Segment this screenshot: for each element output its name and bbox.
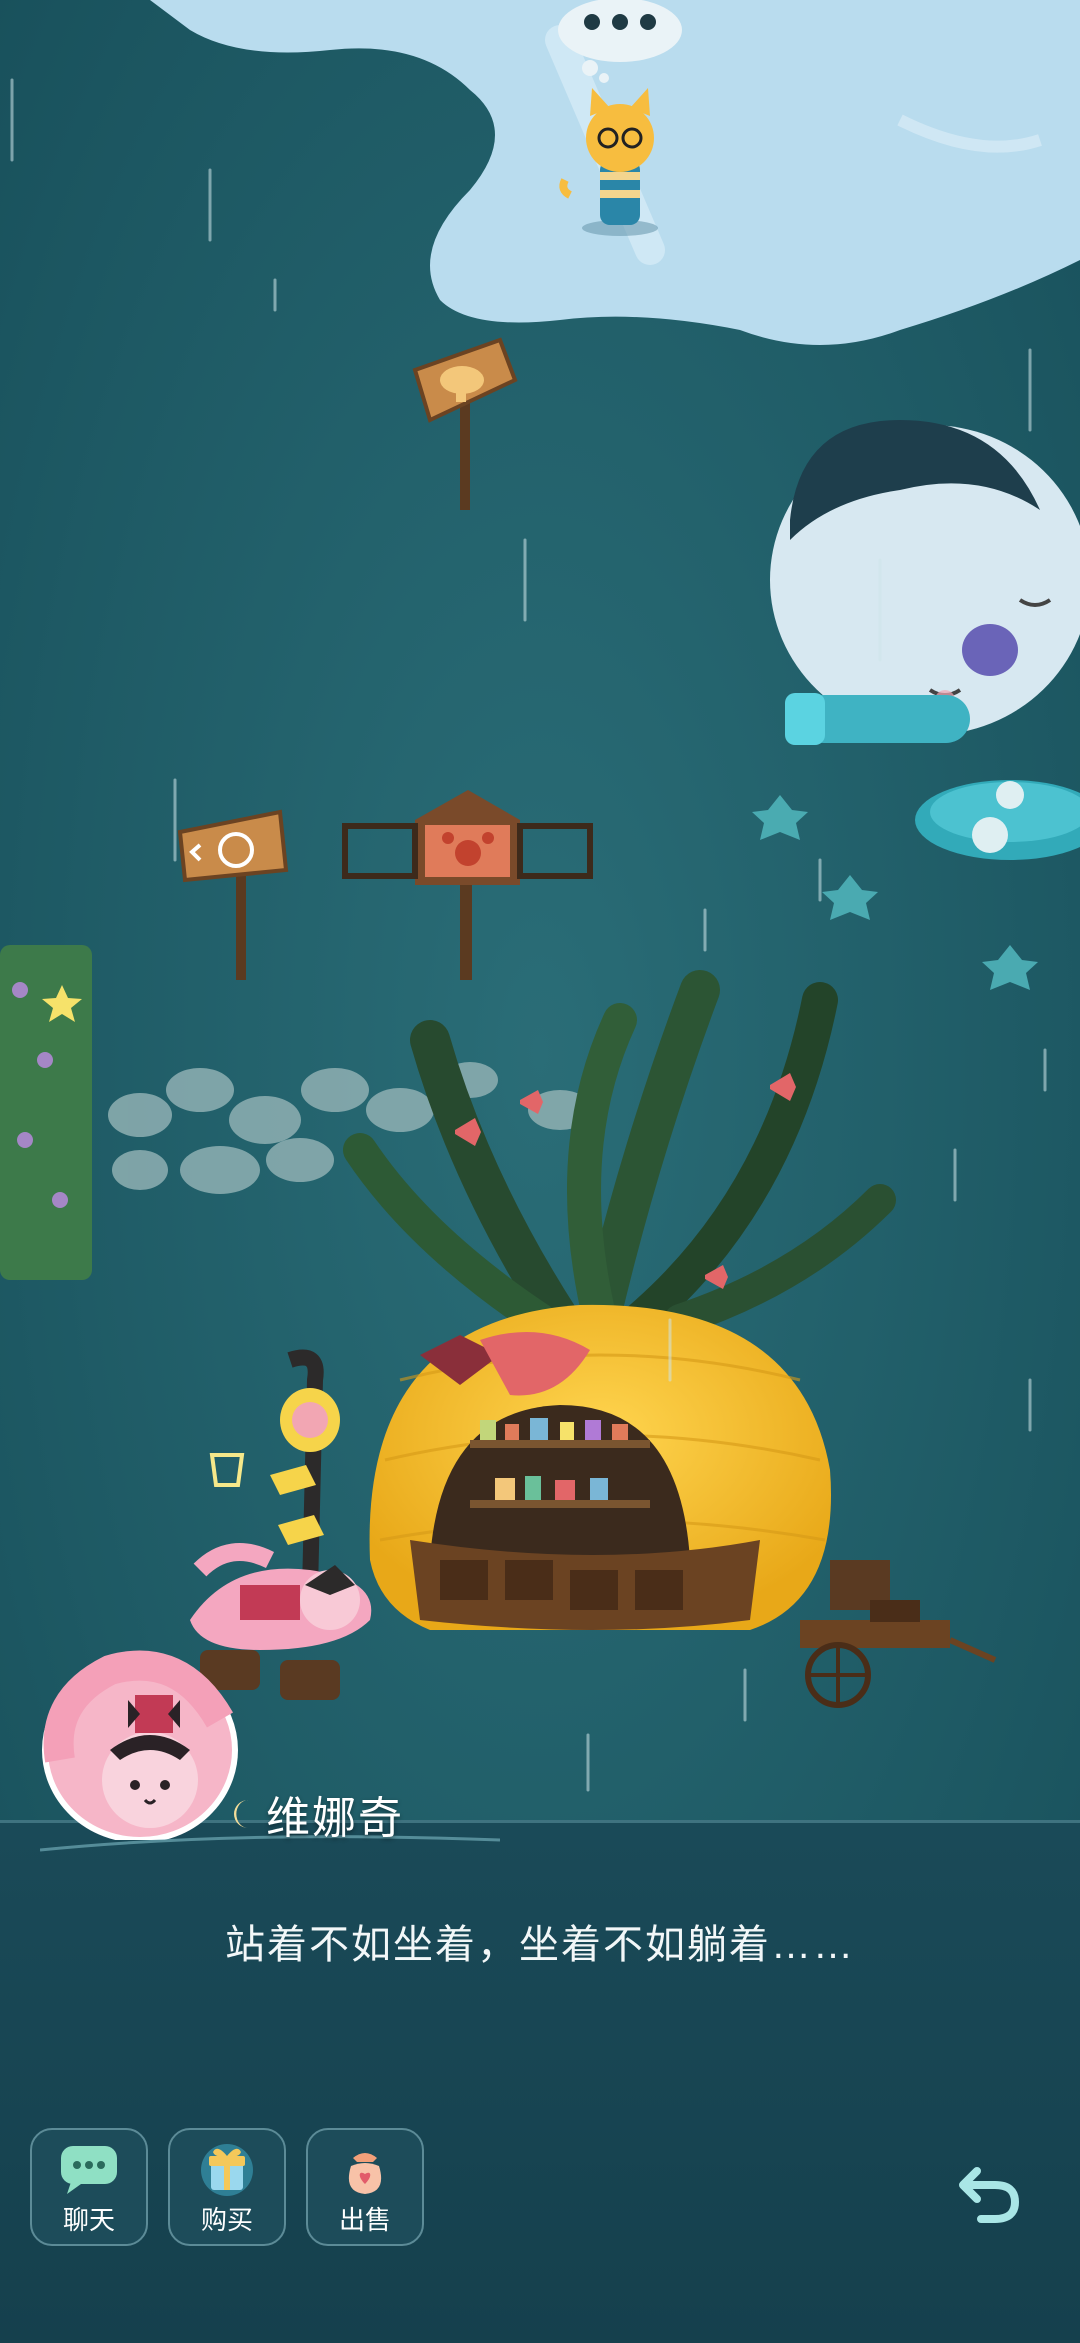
buy-button[interactable]: 购买 — [168, 2128, 286, 2246]
money-bag-icon — [348, 2153, 382, 2194]
speaker-avatar — [42, 1650, 238, 1840]
moon-icon — [234, 1800, 248, 1828]
speaker-name-row: 维娜奇 — [228, 1782, 404, 1846]
dialog-text: 站着不如坐着，坐着不如躺着…… — [225, 1923, 855, 1967]
buy-button-label: 购买 — [200, 2205, 253, 2235]
dialog-panel[interactable] — [0, 1820, 1080, 2343]
speaker-name: 维娜奇 — [266, 1794, 404, 1843]
sell-button[interactable]: 出售 — [306, 2128, 424, 2246]
chat-button-label: 聊天 — [62, 2205, 115, 2235]
chat-bubble-icon — [61, 2146, 117, 2194]
sell-button-label: 出售 — [338, 2205, 391, 2235]
flower-hedge — [0, 945, 92, 1280]
gift-icon — [201, 2144, 253, 2196]
return-arrow-icon[interactable] — [955, 2157, 1025, 2227]
chat-button[interactable]: 聊天 — [30, 2128, 148, 2246]
